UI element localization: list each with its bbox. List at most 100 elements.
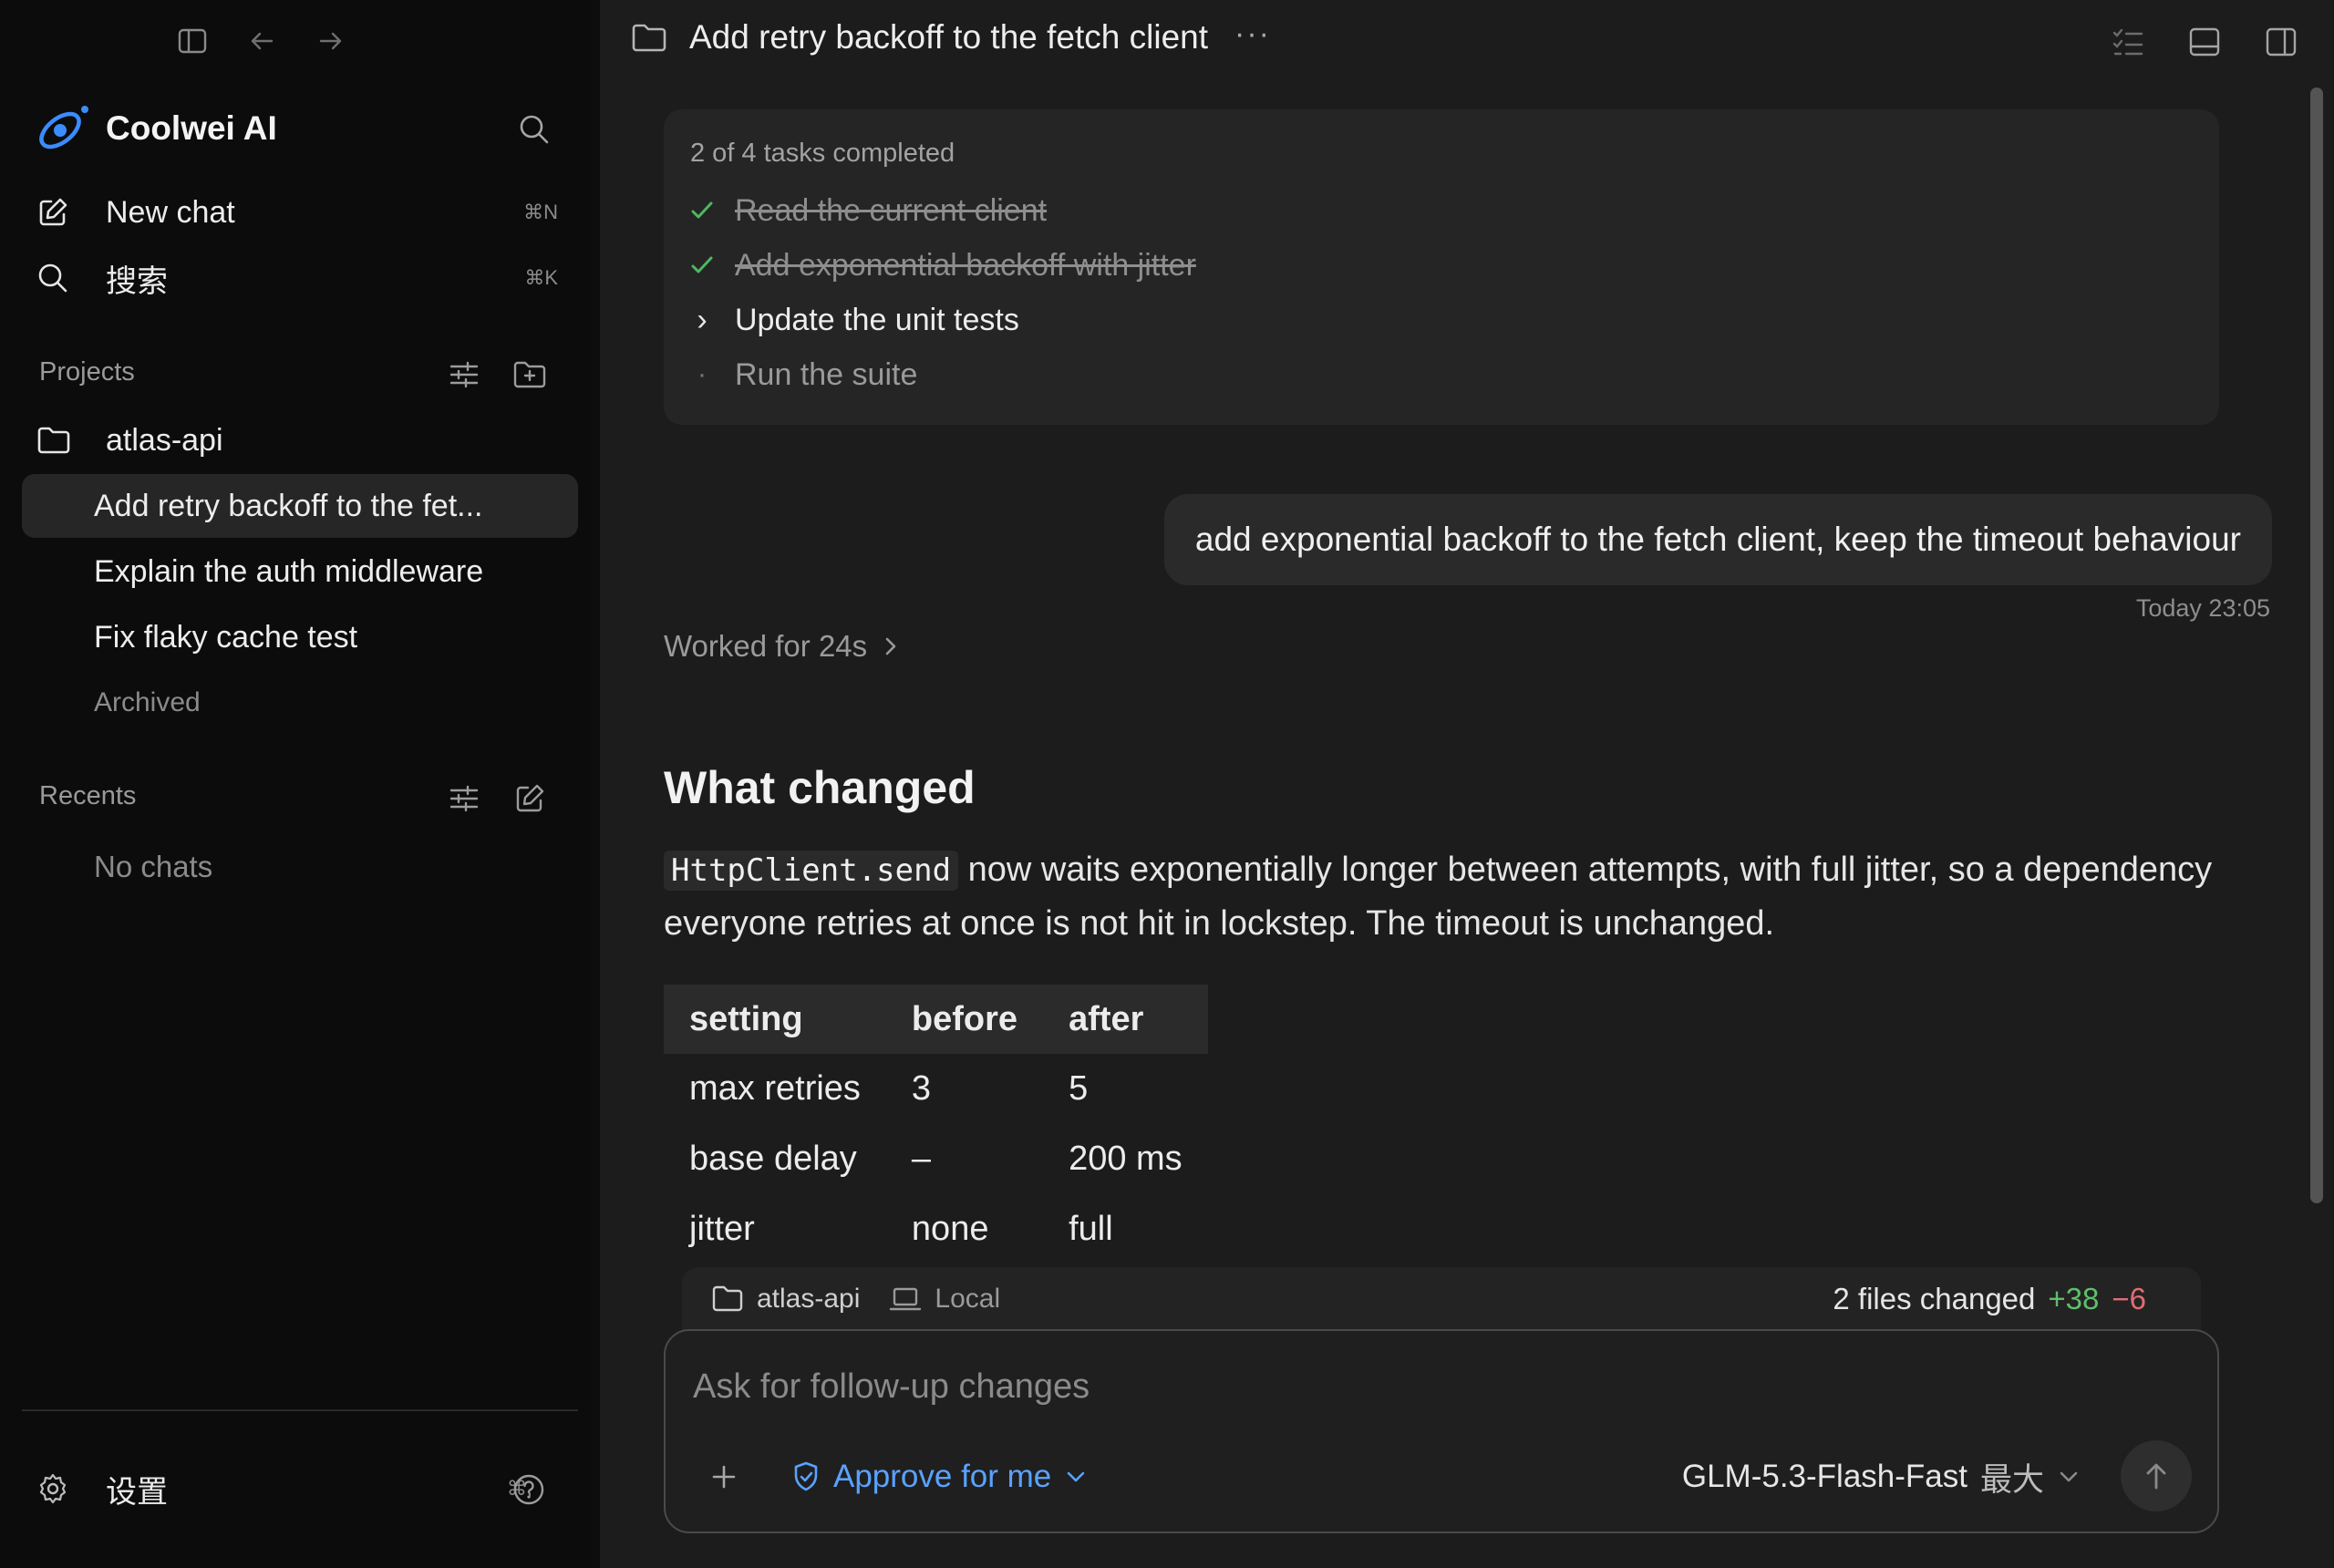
chat-item-label: Add retry backoff to the fet...	[94, 488, 483, 523]
search-label: 搜索	[106, 263, 168, 299]
task-label: Add exponential backoff with jitter	[735, 247, 1196, 283]
task-progress-summary: 2 of 4 tasks completed	[690, 139, 955, 168]
brand: Coolwei AI	[33, 102, 277, 155]
toggle-bottom-panel-button[interactable]	[2183, 20, 2226, 64]
project-name: atlas-api	[106, 422, 223, 458]
folder-plus-icon	[512, 358, 547, 391]
no-chats-label: No chats	[94, 850, 213, 883]
inline-code: HttpClient.send	[664, 851, 959, 891]
archived-link[interactable]: Archived	[22, 671, 578, 735]
arrow-left-icon	[246, 26, 277, 57]
user-message-bubble: add exponential backoff to the fetch cli…	[1163, 494, 2272, 585]
table-cell: max retries	[689, 1069, 861, 1108]
gear-icon	[22, 1472, 86, 1505]
task-progress-card: 2 of 4 tasks completed Read the current …	[664, 109, 2219, 425]
deletions-count: −6	[2112, 1282, 2146, 1315]
chevron-right-icon	[882, 634, 900, 659]
environment-button[interactable]: Local	[889, 1284, 1000, 1315]
task-item-pending: · Run the suite	[689, 352, 917, 397]
help-button[interactable]	[507, 1468, 551, 1511]
additions-count: +38	[2048, 1282, 2100, 1315]
settings-label: 设置	[106, 1474, 168, 1510]
task-label: Update the unit tests	[735, 302, 1019, 337]
settings-table: setting before after max retries 3 5 bas…	[664, 985, 1208, 1264]
compose-icon	[513, 782, 546, 815]
composer[interactable]: Ask for follow-up changes Approve for me…	[664, 1329, 2219, 1533]
folder-icon	[631, 22, 667, 55]
composer-toolbar: Approve for me GLM-5.3-Flash-Fast 最大	[666, 1431, 2217, 1532]
environment-label: Local	[935, 1284, 1001, 1314]
scrollbar-thumb[interactable]	[2310, 88, 2323, 1203]
task-item-done: Read the current client	[689, 188, 1047, 233]
search-icon	[22, 262, 86, 294]
sidebar-search-button[interactable]	[512, 108, 556, 151]
more-options-button[interactable]: ···	[1234, 16, 1271, 52]
chat-item[interactable]: Explain the auth middleware	[22, 540, 578, 603]
coolwei-logo-icon	[33, 102, 91, 155]
recents-title: Recents	[39, 781, 137, 810]
search-icon	[518, 113, 551, 146]
checklist-icon	[2112, 26, 2144, 58]
projects-filter-button[interactable]	[443, 354, 485, 396]
chat-item-label: Explain the auth middleware	[94, 553, 484, 589]
recents-filter-button[interactable]	[443, 778, 485, 820]
settings-button[interactable]: 设置 ⌘,	[22, 1457, 578, 1521]
compose-icon	[22, 196, 86, 229]
table-cell: full	[1069, 1210, 1113, 1248]
table-row: jitter none full	[664, 1194, 1208, 1264]
no-chats-placeholder: No chats	[22, 835, 578, 899]
brand-name: Coolwei AI	[106, 109, 277, 147]
shield-check-icon	[791, 1460, 821, 1493]
table-cell: base delay	[689, 1140, 857, 1178]
approval-mode-label: Approve for me	[833, 1459, 1052, 1494]
arrow-up-icon	[2142, 1460, 2171, 1491]
chat-item[interactable]: Fix flaky cache test	[22, 605, 578, 669]
laptop-icon	[889, 1285, 922, 1313]
table-cell: jitter	[689, 1210, 755, 1248]
task-item-active: › Update the unit tests	[689, 297, 1019, 343]
arrow-right-icon	[315, 26, 346, 57]
new-project-button[interactable]	[509, 354, 551, 396]
task-item-done: Add exponential backoff with jitter	[689, 242, 1196, 288]
new-chat-button[interactable]: New chat ⌘N	[22, 181, 578, 244]
composer-input[interactable]: Ask for follow-up changes	[693, 1367, 1090, 1407]
forward-button[interactable]	[310, 20, 352, 62]
model-selector-dropdown[interactable]: GLM-5.3-Flash-Fast 最大	[1682, 1455, 2081, 1499]
toggle-right-panel-button[interactable]	[2259, 20, 2303, 64]
approval-mode-dropdown[interactable]: Approve for me	[791, 1455, 1088, 1499]
recents-new-chat-button[interactable]	[509, 778, 551, 820]
back-button[interactable]	[241, 20, 283, 62]
new-chat-label: New chat	[106, 194, 235, 230]
workspace-project-button[interactable]: atlas-api	[711, 1284, 860, 1315]
project-atlas-api[interactable]: atlas-api	[22, 408, 578, 472]
workspace-project-label: atlas-api	[757, 1284, 861, 1314]
table-cell: 200 ms	[1069, 1140, 1182, 1178]
sidebar-toggle-icon	[177, 26, 208, 57]
task-list-button[interactable]	[2106, 20, 2150, 64]
projects-title: Projects	[39, 357, 135, 387]
chevron-right-icon: ›	[697, 302, 707, 337]
response-paragraph: HttpClient.send now waits exponentially …	[664, 843, 2214, 950]
attach-button[interactable]	[702, 1455, 746, 1499]
diff-summary[interactable]: 2 files changed +38 −6	[1833, 1282, 2146, 1316]
task-label: Run the suite	[735, 356, 918, 392]
send-button[interactable]	[2121, 1440, 2192, 1511]
files-changed-label: 2 files changed	[1833, 1282, 2036, 1315]
check-icon	[689, 253, 715, 278]
check-icon	[689, 198, 715, 223]
response-heading: What changed	[664, 762, 976, 813]
chat-item-active[interactable]: Add retry backoff to the fet...	[22, 474, 578, 538]
panel-bottom-icon	[2188, 26, 2221, 58]
folder-icon	[22, 425, 86, 456]
toggle-sidebar-button[interactable]	[171, 20, 213, 62]
workspace-status-bar: atlas-api Local 2 files changed +38 −6	[682, 1267, 2201, 1331]
sidebar-divider	[22, 1409, 578, 1411]
search-chats-button[interactable]: 搜索 ⌘K	[22, 246, 578, 310]
table-row: base delay – 200 ms	[664, 1124, 1208, 1194]
panel-right-icon	[2265, 26, 2298, 58]
worked-for-toggle[interactable]: Worked for 24s	[664, 629, 900, 664]
sliders-icon	[448, 782, 480, 815]
message-timestamp: Today 23:05	[2135, 594, 2270, 622]
dot-icon: ·	[697, 359, 707, 389]
chevron-down-icon	[1064, 1468, 1088, 1486]
